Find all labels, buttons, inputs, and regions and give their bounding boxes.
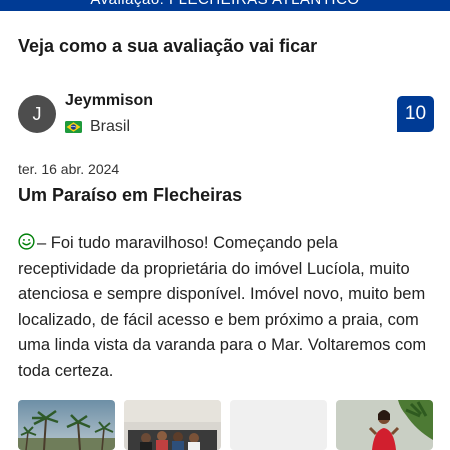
avatar-initial: J bbox=[32, 103, 42, 124]
score-badge: 10 bbox=[397, 96, 434, 132]
review-date: ter. 16 abr. 2024 bbox=[18, 161, 120, 177]
banner-title: Avaliação: FLECHEIRAS ATLÂNTICO bbox=[0, 0, 450, 8]
review-title: Um Paraíso em Flecheiras bbox=[18, 185, 243, 205]
review-text: – Foi tudo maravilhoso! Começando pela r… bbox=[18, 231, 438, 384]
review-photo-group[interactable] bbox=[124, 400, 221, 450]
review-preview-page: Avaliação: FLECHEIRAS ATLÂNTICO Veja com… bbox=[0, 0, 450, 450]
brazil-flag-icon bbox=[65, 121, 82, 133]
country-label: Brasil bbox=[90, 118, 131, 135]
review-body-text: – Foi tudo maravilhoso! Começando pela r… bbox=[18, 234, 427, 380]
review-photo-woman[interactable] bbox=[336, 400, 433, 450]
avatar: J bbox=[18, 95, 56, 133]
reviewer-country: Brasil bbox=[65, 117, 130, 137]
smile-icon bbox=[18, 233, 35, 250]
review-photo-blank[interactable] bbox=[230, 400, 327, 450]
page-heading: Veja como a sua avaliação vai ficar bbox=[18, 36, 318, 56]
reviewer-name: Jeymmison bbox=[65, 92, 154, 109]
review-photo-beach[interactable] bbox=[18, 400, 115, 450]
top-banner: Avaliação: FLECHEIRAS ATLÂNTICO bbox=[0, 0, 450, 11]
score-value: 10 bbox=[404, 103, 427, 124]
